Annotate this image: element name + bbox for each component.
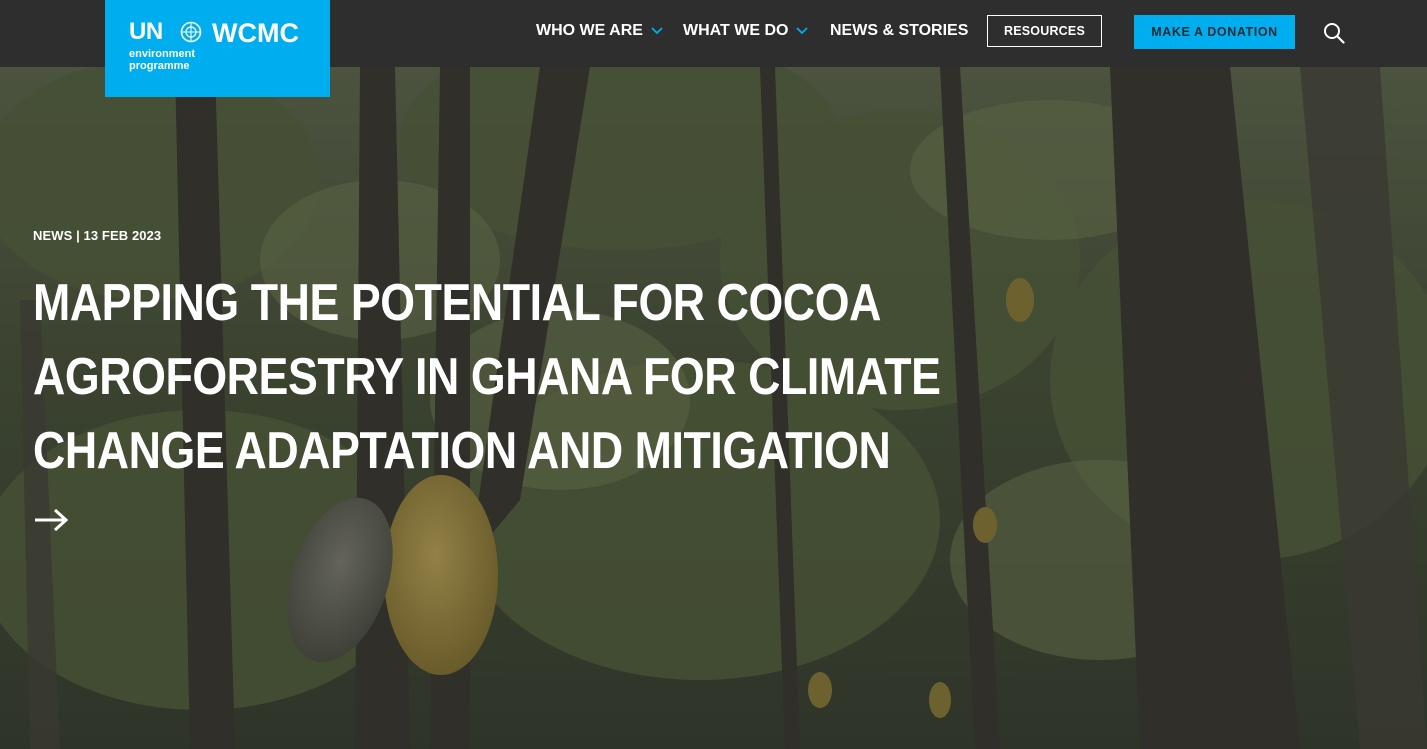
un-emblem-icon xyxy=(180,21,202,43)
logo-subtitle: environment programme xyxy=(129,48,195,72)
headline-line[interactable]: CHANGE ADAPTATION AND MITIGATION xyxy=(33,414,891,488)
donate-button[interactable]: MAKE A DONATION xyxy=(1134,15,1295,49)
nav-item-what-we-do[interactable]: WHAT WE DO xyxy=(683,22,809,40)
chevron-down-icon xyxy=(651,27,663,35)
article-meta: NEWS | 13 FEB 2023 xyxy=(33,228,162,243)
resources-button[interactable]: RESOURCES xyxy=(987,15,1102,47)
nav-item-who-we-are[interactable]: WHO WE ARE xyxy=(536,22,663,40)
logo-wcmc-text: WCMC xyxy=(212,18,299,48)
headline-line[interactable]: MAPPING THE POTENTIAL FOR COCOA xyxy=(33,266,881,340)
headline-line[interactable]: AGROFORESTRY IN GHANA FOR CLIMATE xyxy=(33,340,941,414)
search-icon[interactable] xyxy=(1323,22,1345,44)
nav-item-label: NEWS & STORIES xyxy=(830,22,969,39)
site-logo[interactable]: UN WCMC environment programme xyxy=(105,0,330,97)
article-headline[interactable]: MAPPING THE POTENTIAL FOR COCOA AGROFORE… xyxy=(33,266,941,488)
logo-un-text: UN xyxy=(129,18,163,45)
nav-item-label: WHO WE ARE xyxy=(536,22,643,39)
logo-subtitle-line: programme xyxy=(129,60,190,72)
arrow-right-icon[interactable] xyxy=(33,507,69,533)
logo-subtitle-line: environment xyxy=(129,48,196,60)
chevron-down-icon xyxy=(796,27,809,35)
nav-item-news-stories[interactable]: NEWS & STORIES xyxy=(830,22,968,40)
nav-item-label: WHAT WE DO xyxy=(683,22,789,39)
hero-section: NEWS | 13 FEB 2023 MAPPING THE POTENTIAL… xyxy=(0,0,1427,749)
